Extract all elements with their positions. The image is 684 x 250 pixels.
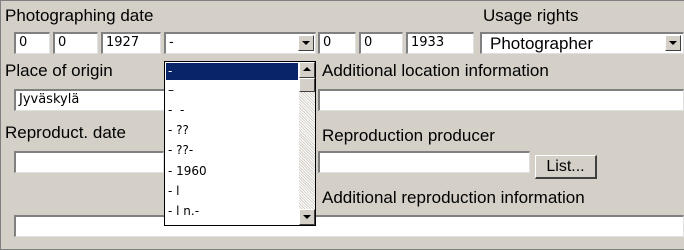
additional-location-label: Additional location information: [322, 61, 549, 80]
date-separator-dropdown-list[interactable]: - – - - - ?? - ??- - 1960 - l - l n.-: [164, 61, 316, 226]
date-from-day-input[interactable]: 0: [14, 32, 50, 54]
dropdown-option[interactable]: - l: [166, 183, 298, 200]
usage-rights-select[interactable]: Photographer: [480, 32, 684, 54]
chevron-down-icon[interactable]: [298, 35, 314, 51]
date-to-year-input[interactable]: 1933: [406, 32, 474, 54]
date-separator-value: -: [169, 35, 174, 50]
date-from-year-input[interactable]: 1927: [101, 32, 161, 54]
reproduction-producer-input[interactable]: [318, 151, 530, 173]
chevron-down-icon[interactable]: [665, 35, 681, 51]
reproduction-producer-label: Reproduction producer: [322, 126, 495, 145]
dropdown-option[interactable]: -: [166, 63, 298, 80]
reproduct-date-label: Reproduct. date: [5, 123, 126, 142]
date-to-day-input[interactable]: 0: [318, 32, 356, 54]
list-button[interactable]: List...: [535, 155, 597, 179]
dropdown-option[interactable]: - ??: [166, 122, 298, 139]
dropdown-option[interactable]: - -: [166, 102, 298, 119]
dropdown-option[interactable]: –: [166, 82, 298, 99]
scroll-up-icon[interactable]: [299, 62, 315, 78]
scrollbar-thumb[interactable]: [299, 78, 315, 92]
additional-reproduction-label: Additional reproduction information: [322, 188, 585, 207]
additional-reproduction-input[interactable]: [14, 215, 684, 237]
additional-location-input[interactable]: [318, 89, 684, 111]
reproduct-date-input[interactable]: [14, 151, 164, 173]
usage-rights-label: Usage rights: [483, 6, 579, 25]
date-to-month-input[interactable]: 0: [359, 32, 403, 54]
date-from-month-input[interactable]: 0: [53, 32, 98, 54]
dropdown-option[interactable]: - 1960: [166, 163, 298, 180]
usage-rights-value: Photographer: [490, 34, 594, 53]
dropdown-scrollbar[interactable]: [299, 62, 315, 225]
scroll-down-icon[interactable]: [299, 209, 315, 225]
dropdown-option[interactable]: - ??-: [166, 142, 298, 159]
place-of-origin-label: Place of origin: [5, 61, 113, 80]
dropdown-option[interactable]: - l n.-: [166, 203, 298, 220]
date-separator-select[interactable]: -: [164, 32, 316, 54]
photographing-date-label: Photographing date: [5, 6, 154, 25]
